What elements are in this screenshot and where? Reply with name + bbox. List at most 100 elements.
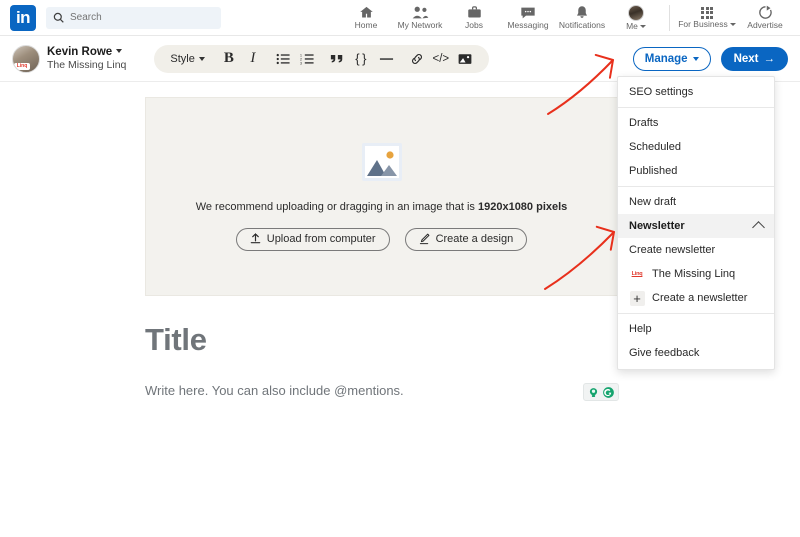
chevron-down-icon	[116, 48, 123, 53]
create-a-design-button[interactable]: Create a design	[404, 227, 528, 251]
search-box[interactable]	[46, 6, 221, 29]
numbered-list-icon: 1 2 3	[300, 53, 314, 65]
manage-label: Manage	[644, 52, 688, 65]
author-subtitle: The Missing Linq	[47, 59, 127, 72]
people-icon	[412, 6, 428, 19]
nav-item-advertise[interactable]: Advertise	[738, 0, 792, 36]
article-body-input[interactable]: Write here. You can also include @mentio…	[145, 383, 404, 398]
menu-item-label: Help	[629, 323, 652, 335]
menu-item-help[interactable]: Help	[618, 317, 774, 341]
menu-item-give-feedback[interactable]: Give feedback	[618, 341, 774, 365]
menu-item-label: Create a newsletter	[652, 292, 748, 304]
insert-image-button[interactable]	[453, 47, 477, 71]
grammarly-widget[interactable]	[583, 383, 619, 401]
nav-label: Me	[626, 20, 638, 31]
menu-item-the-missing-linq[interactable]: Linq The Missing Linq	[618, 262, 774, 286]
menu-item-new-draft[interactable]: New draft	[618, 190, 774, 214]
chevron-down-icon	[198, 56, 205, 61]
menu-item-label: The Missing Linq	[652, 268, 736, 280]
nav-label: Jobs	[465, 20, 483, 30]
horizontal-rule-button[interactable]	[375, 47, 399, 71]
grid-dots-icon	[701, 6, 713, 19]
image-icon	[458, 53, 472, 64]
menu-item-label: Create newsletter	[629, 244, 716, 256]
menu-item-label: SEO settings	[629, 86, 694, 98]
menu-item-label: Published	[629, 165, 678, 177]
image-placeholder-icon	[361, 142, 402, 181]
bold-button[interactable]: B	[217, 47, 241, 71]
format-toolbar: Style B I 1 2 3 {} </>	[154, 44, 489, 73]
nav-item-messaging[interactable]: Messaging	[501, 0, 555, 36]
menu-item-create-newsletter[interactable]: Create newsletter	[618, 238, 774, 262]
nav-item-home[interactable]: Home	[339, 0, 393, 36]
blockquote-button[interactable]	[325, 47, 349, 71]
nav-label: Messaging	[507, 19, 549, 30]
manage-dropdown-menu: SEO settings Drafts Scheduled Published New …	[617, 76, 775, 370]
bulleted-list-button[interactable]	[271, 47, 295, 71]
code-block-button[interactable]: { }	[349, 47, 373, 71]
chat-bubble-icon	[521, 7, 535, 18]
upload-hint-prefix: We recommend uploading or dragging in an…	[195, 200, 478, 213]
design-button-label: Create a design	[435, 233, 514, 245]
nav-item-for-business[interactable]: For Business	[676, 0, 738, 36]
inline-code-button[interactable]: </>	[429, 47, 453, 71]
author-selector[interactable]: Linq Kevin Rowe The Missing Linq	[12, 44, 127, 73]
horizontal-rule-icon	[380, 57, 394, 60]
chevron-up-icon	[752, 221, 765, 234]
style-label: Style	[170, 52, 195, 65]
nav-item-my-network[interactable]: My Network	[393, 0, 447, 36]
menu-item-label: Give feedback	[629, 347, 700, 359]
upload-icon	[250, 233, 260, 244]
linq-badge: Linq	[14, 62, 30, 70]
svg-text:3: 3	[300, 61, 302, 65]
menu-separator	[618, 107, 774, 108]
upload-from-computer-button[interactable]: Upload from computer	[235, 227, 390, 251]
avatar	[628, 4, 644, 21]
search-input[interactable]	[70, 12, 205, 23]
nav-item-jobs[interactable]: Jobs	[447, 0, 501, 36]
nav-label: Notifications	[558, 20, 606, 30]
menu-item-published[interactable]: Published	[618, 159, 774, 183]
bell-icon	[577, 6, 587, 18]
bulleted-list-icon	[276, 53, 290, 64]
article-title-input[interactable]: Title	[145, 322, 207, 358]
cover-image-upload-area[interactable]: We recommend uploading or dragging in an…	[145, 97, 618, 296]
menu-item-create-a-newsletter[interactable]: + Create a newsletter	[618, 286, 774, 310]
menu-separator	[618, 313, 774, 314]
menu-item-label: Drafts	[629, 117, 659, 129]
global-navigation-bar: in Home My Network Jobs	[0, 0, 800, 36]
nav-item-me[interactable]: Me	[609, 0, 663, 36]
chevron-down-icon	[639, 24, 646, 28]
palette-icon	[419, 233, 429, 245]
manage-button[interactable]: Manage	[632, 46, 711, 71]
nav-label: My Network	[397, 20, 443, 30]
upload-hint-text: We recommend uploading or dragging in an…	[196, 201, 568, 213]
nav-label: Home	[354, 20, 378, 30]
style-dropdown[interactable]: Style	[166, 47, 208, 71]
link-button[interactable]	[405, 47, 429, 71]
nav-right-group: Home My Network Jobs Messaging Notificat…	[339, 0, 800, 36]
author-name: Kevin Rowe	[47, 45, 113, 58]
briefcase-icon	[467, 6, 481, 18]
advertise-icon	[758, 5, 772, 19]
grammarly-g-icon	[603, 386, 614, 398]
author-avatar: Linq	[12, 44, 40, 73]
menu-section-newsletter[interactable]: Newsletter	[618, 214, 774, 238]
italic-button[interactable]: I	[241, 47, 265, 71]
linq-logo-icon: Linq	[631, 271, 643, 277]
menu-item-label: New draft	[629, 196, 677, 208]
upload-hint-dimensions: 1920x1080 pixels	[477, 200, 568, 213]
nav-item-notifications[interactable]: Notifications	[555, 0, 609, 36]
chevron-down-icon	[692, 56, 699, 61]
next-button[interactable]: Next →	[720, 46, 788, 71]
chevron-down-icon	[729, 22, 736, 26]
menu-item-drafts[interactable]: Drafts	[618, 111, 774, 135]
linkedin-logo[interactable]: in	[10, 4, 36, 31]
arrow-right-icon: →	[763, 52, 776, 65]
menu-item-seo-settings[interactable]: SEO settings	[618, 80, 774, 104]
numbered-list-button[interactable]: 1 2 3	[295, 47, 319, 71]
lightbulb-icon	[589, 387, 598, 397]
nav-label: For Business	[678, 18, 728, 29]
menu-item-scheduled[interactable]: Scheduled	[618, 135, 774, 159]
menu-separator	[618, 186, 774, 187]
